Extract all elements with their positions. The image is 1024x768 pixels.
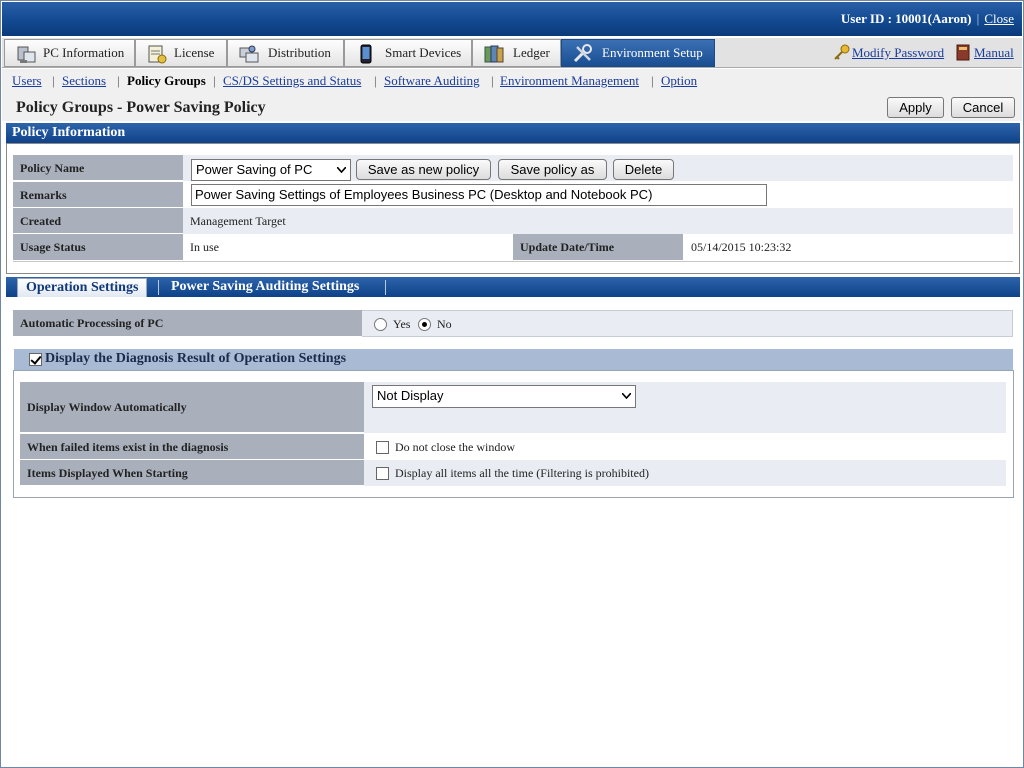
- created-label: Created: [13, 208, 183, 234]
- policy-name-select-value: Power Saving of PC: [196, 162, 313, 177]
- subnav-csds-settings[interactable]: CS/DS Settings and Status: [223, 73, 361, 88]
- key-icon: [834, 44, 850, 60]
- tab-ledger[interactable]: Ledger: [472, 39, 561, 67]
- save-policy-as-button[interactable]: Save policy as: [498, 159, 607, 180]
- automatic-processing-no-label: No: [437, 317, 452, 331]
- top-header-bar: User ID : 10001(Aaron) | Close: [2, 2, 1022, 36]
- items-displayed-label: Items Displayed When Starting: [20, 460, 364, 486]
- policy-name-select[interactable]: Power Saving of PC: [191, 159, 351, 181]
- display-window-select-value: Not Display: [377, 388, 444, 403]
- page-title: Policy Groups - Power Saving Policy: [16, 99, 266, 116]
- delete-button[interactable]: Delete: [613, 159, 674, 180]
- tab-environment-setup[interactable]: Environment Setup: [561, 39, 715, 67]
- display-all-items-label: Display all items all the time (Filterin…: [395, 466, 649, 480]
- main-tab-bar: PC Information License Distribution Smar…: [2, 38, 1022, 68]
- divider: [13, 261, 1013, 262]
- tab-license[interactable]: License: [135, 39, 227, 67]
- automatic-processing-yes-label: Yes: [393, 317, 411, 331]
- display-window-select[interactable]: Not Display: [372, 385, 636, 408]
- application-window: User ID : 10001(Aaron) | Close PC Informat…: [0, 0, 1024, 768]
- sub-navigation: Users | Sections | Policy Groups | CS/DS…: [2, 69, 1022, 93]
- automatic-processing-label: Automatic Processing of PC: [13, 310, 362, 337]
- chevron-down-icon: [337, 167, 346, 173]
- diagnosis-result-title: Display the Diagnosis Result of Operatio…: [45, 351, 347, 366]
- page-header: Policy Groups - Power Saving Policy Appl…: [2, 93, 1022, 121]
- distribution-icon: [239, 45, 259, 63]
- subnav-separator: |: [374, 73, 377, 88]
- subnav-users[interactable]: Users: [12, 73, 42, 88]
- manual-book-icon: [956, 44, 970, 61]
- display-diagnosis-checkbox[interactable]: [29, 353, 42, 366]
- apply-button[interactable]: Apply: [887, 97, 944, 118]
- update-datetime-value: 05/14/2015 10:23:32: [691, 240, 792, 254]
- tab-ledger-label: Ledger: [513, 45, 550, 60]
- subnav-separator: |: [651, 73, 654, 88]
- diagnosis-result-header: Display the Diagnosis Result of Operatio…: [14, 349, 1013, 370]
- header-separator: |: [976, 11, 980, 26]
- settings-tab-strip: Operation Settings Power Saving Auditing…: [6, 277, 1020, 297]
- do-not-close-window-label: Do not close the window: [395, 440, 515, 454]
- cancel-button[interactable]: Cancel: [951, 97, 1015, 118]
- display-window-label: Display Window Automatically: [20, 382, 364, 433]
- tab-separator: [385, 280, 386, 295]
- subnav-sections[interactable]: Sections: [62, 73, 106, 88]
- tab-operation-settings[interactable]: Operation Settings: [17, 278, 148, 297]
- tab-pc-information[interactable]: PC Information: [4, 39, 135, 67]
- tab-distribution-label: Distribution: [268, 45, 331, 60]
- subnav-software-auditing[interactable]: Software Auditing: [384, 73, 480, 88]
- smart-devices-icon: [360, 44, 372, 64]
- tab-distribution[interactable]: Distribution: [227, 39, 344, 67]
- policy-information-panel: Policy Name Power Saving of PC Save as n…: [6, 143, 1020, 274]
- chevron-down-icon: [622, 393, 631, 399]
- subnav-separator: |: [117, 73, 120, 88]
- policy-name-label: Policy Name: [13, 155, 183, 181]
- usage-status-value: In use: [190, 240, 219, 254]
- remarks-input[interactable]: Power Saving Settings of Employees Busin…: [191, 184, 767, 206]
- created-value: Management Target: [190, 214, 286, 228]
- tab-power-saving-auditing-settings[interactable]: Power Saving Auditing Settings: [163, 278, 367, 297]
- diagnosis-settings-box: Display Window Automatically Not Display…: [13, 370, 1014, 498]
- tab-pc-information-label: PC Information: [43, 45, 125, 60]
- manual-link[interactable]: Manual: [974, 45, 1014, 61]
- tab-smart-devices-label: Smart Devices: [385, 45, 462, 60]
- close-link[interactable]: Close: [984, 11, 1014, 26]
- tab-environment-setup-label: Environment Setup: [602, 45, 703, 60]
- subnav-option[interactable]: Option: [661, 73, 697, 88]
- subnav-policy-groups[interactable]: Policy Groups: [127, 73, 206, 89]
- save-as-new-policy-button[interactable]: Save as new policy: [356, 159, 491, 180]
- tab-separator: [158, 280, 159, 295]
- remarks-label: Remarks: [13, 182, 183, 208]
- tab-license-label: License: [174, 45, 215, 60]
- subnav-separator: |: [52, 73, 55, 88]
- modify-password-link[interactable]: Modify Password: [852, 45, 944, 61]
- subnav-separator: |: [491, 73, 494, 88]
- license-icon: [148, 45, 167, 64]
- environment-setup-icon: [573, 44, 592, 63]
- user-info: User ID : 10001(Aaron) | Close: [841, 11, 1014, 27]
- subnav-separator: |: [213, 73, 216, 88]
- policy-information-header: Policy Information: [6, 123, 1020, 143]
- subnav-environment-management[interactable]: Environment Management: [500, 73, 639, 88]
- failed-items-label: When failed items exist in the diagnosis: [20, 434, 364, 460]
- tab-smart-devices[interactable]: Smart Devices: [344, 39, 472, 67]
- pc-information-icon: [17, 46, 36, 63]
- usage-status-label: Usage Status: [13, 234, 183, 261]
- update-datetime-label: Update Date/Time: [513, 234, 683, 261]
- ledger-icon: [484, 45, 504, 63]
- user-id-label: User ID : 10001(Aaron): [840, 11, 972, 26]
